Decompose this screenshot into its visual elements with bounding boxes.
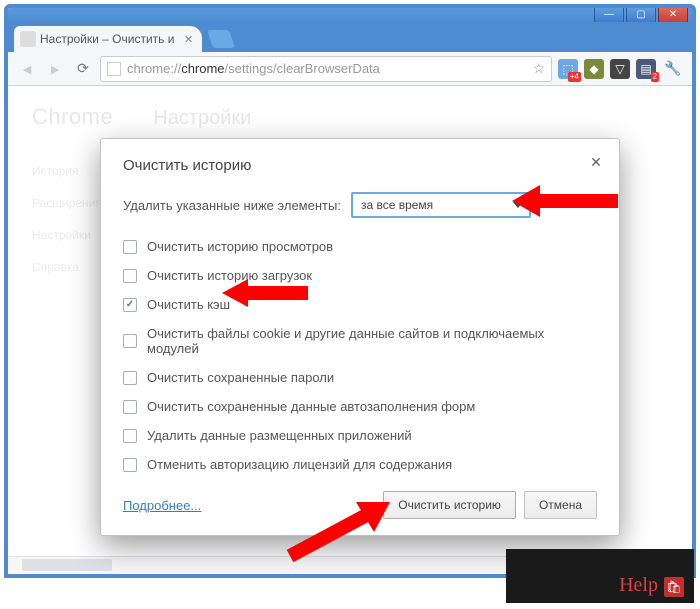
bookmark-star-icon[interactable]: ☆	[532, 60, 545, 77]
help-watermark: Help 🛍	[506, 549, 694, 603]
checkbox-row[interactable]: Очистить историю просмотров	[123, 232, 597, 261]
dialog-close-icon[interactable]: ✕	[587, 153, 605, 171]
clear-history-dialog: ✕ Очистить историю Удалить указанные ниж…	[100, 138, 620, 536]
checkbox-row[interactable]: Очистить сохраненные данные автозаполнен…	[123, 392, 597, 421]
help-icon: 🛍	[664, 577, 684, 597]
active-tab[interactable]: Настройки – Очистить и ✕	[14, 26, 202, 52]
wrench-menu-icon[interactable]: 🔧	[662, 58, 684, 80]
checkbox-row[interactable]: Удалить данные размещенных приложений	[123, 421, 597, 450]
checkbox-row[interactable]: Очистить файлы cookie и другие данные са…	[123, 319, 597, 363]
dialog-prompt: Удалить указанные ниже элементы:	[123, 198, 341, 213]
checkbox[interactable]	[123, 458, 137, 472]
checkbox-label: Очистить кэш	[147, 297, 230, 312]
time-range-select[interactable]: за все время	[351, 192, 531, 218]
checkbox-label: Отменить авторизацию лицензий для содерж…	[147, 457, 452, 472]
extension-icon-2[interactable]: ◆	[584, 59, 604, 79]
checkbox[interactable]	[123, 269, 137, 283]
forward-button[interactable]: ►	[44, 58, 66, 80]
toolbar: ◄ ► ⟳ chrome:// chrome /settings/clearBr…	[8, 52, 692, 86]
checkbox-label: Очистить файлы cookie и другие данные са…	[147, 326, 597, 356]
checkbox-list: Очистить историю просмотров Очистить исто…	[123, 232, 597, 479]
tab-close-icon[interactable]: ✕	[182, 33, 194, 45]
cancel-button[interactable]: Отмена	[524, 491, 597, 519]
dialog-title: Очистить историю	[123, 157, 597, 174]
checkbox-label: Очистить сохраненные данные автозаполнен…	[147, 399, 475, 414]
window-titlebar: — ▢ ✕	[8, 8, 692, 22]
checkbox[interactable]	[123, 334, 137, 348]
checkbox-row[interactable]: Очистить историю загрузок	[123, 261, 597, 290]
browser-window: — ▢ ✕ Настройки – Очистить и ✕ ◄ ► ⟳ chr…	[4, 4, 696, 578]
chevron-down-icon	[513, 202, 523, 208]
page-icon	[107, 62, 121, 76]
tab-strip: Настройки – Очистить и ✕	[8, 22, 692, 52]
checkbox-label: Очистить историю загрузок	[147, 268, 312, 283]
url-host: chrome	[181, 61, 224, 76]
help-text: Help	[619, 574, 658, 597]
tab-title: Настройки – Очистить и	[40, 32, 174, 46]
address-bar[interactable]: chrome:// chrome /settings/clearBrowserD…	[100, 56, 552, 82]
checkbox[interactable]	[123, 298, 137, 312]
url-protocol: chrome://	[127, 61, 181, 76]
checkbox-row[interactable]: Отменить авторизацию лицензий для содерж…	[123, 450, 597, 479]
extension-icon-4[interactable]: ▤2	[636, 59, 656, 79]
learn-more-link[interactable]: Подробнее...	[123, 498, 201, 513]
checkbox[interactable]	[123, 400, 137, 414]
extension-icon-3[interactable]: ▽	[610, 59, 630, 79]
reload-button[interactable]: ⟳	[72, 58, 94, 80]
checkbox-label: Очистить сохраненные пароли	[147, 370, 334, 385]
clear-history-button[interactable]: Очистить историю	[383, 491, 516, 519]
checkbox[interactable]	[123, 429, 137, 443]
checkbox-row[interactable]: Очистить кэш	[123, 290, 597, 319]
checkbox-row[interactable]: Очистить сохраненные пароли	[123, 363, 597, 392]
url-path: /settings/clearBrowserData	[225, 61, 380, 76]
checkbox[interactable]	[123, 371, 137, 385]
checkbox-label: Очистить историю просмотров	[147, 239, 333, 254]
back-button[interactable]: ◄	[16, 58, 38, 80]
time-range-selected: за все время	[361, 198, 433, 212]
new-tab-button[interactable]	[207, 30, 235, 48]
checkbox-label: Удалить данные размещенных приложений	[147, 428, 412, 443]
extension-icon-1[interactable]: ⬚+4	[558, 59, 578, 79]
checkbox[interactable]	[123, 240, 137, 254]
